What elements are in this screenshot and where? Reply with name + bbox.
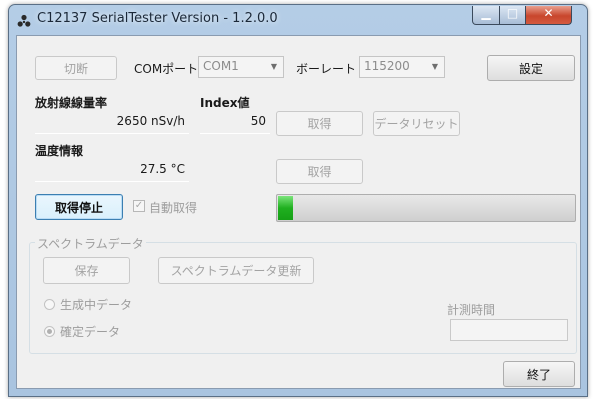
settings-button[interactable]: 設定	[487, 55, 575, 81]
com-port-select[interactable]: COM1 ▼	[198, 56, 284, 78]
stop-acquisition-button[interactable]: 取得停止	[35, 194, 123, 220]
chevron-down-icon: ▼	[431, 62, 438, 71]
confirmed-data-radio[interactable]	[44, 326, 55, 337]
auto-acquire-label: 自動取得	[149, 201, 198, 215]
spectrum-group-title: スペクトラムデータ	[35, 235, 146, 252]
com-port-value: COM1	[203, 59, 239, 73]
data-reset-button[interactable]: データリセット	[373, 111, 460, 136]
index-value: 50	[200, 112, 270, 134]
dose-rate-value: 2650 nSv/h	[35, 112, 189, 134]
minimize-icon: ▁	[481, 6, 491, 20]
confirmed-data-label: 確定データ	[60, 325, 121, 339]
auto-acquire-checkbox[interactable]: ✓	[133, 200, 145, 212]
maximize-icon: □	[506, 6, 519, 20]
disconnect-button[interactable]: 切断	[35, 56, 117, 80]
save-button[interactable]: 保存	[43, 257, 130, 284]
temperature-acquire-button[interactable]: 取得	[276, 159, 363, 184]
com-port-label: COMポート	[134, 62, 199, 76]
baud-rate-select[interactable]: 115200 ▼	[359, 56, 445, 78]
dose-acquire-button[interactable]: 取得	[276, 111, 363, 136]
temperature-value: 27.5 °C	[35, 160, 189, 182]
close-icon: ✕	[543, 6, 554, 20]
measure-time-label: 計測時間	[447, 303, 496, 317]
client-area: 切断 COMポート COM1 ▼ ボーレート 115200 ▼ 設定 放射線線量…	[16, 35, 581, 389]
app-window: C12137 SerialTester Version - 1.2.0.0 ▁ …	[8, 4, 588, 397]
measure-time-field[interactable]	[450, 319, 568, 341]
radio-selected-dot	[47, 329, 52, 334]
update-spectrum-button[interactable]: スペクトラムデータ更新	[158, 257, 314, 284]
acquisition-progress-bar	[276, 194, 576, 222]
progress-fill	[278, 196, 293, 220]
app-icon	[17, 14, 31, 27]
close-button[interactable]: ✕	[525, 6, 572, 25]
title-bar[interactable]: C12137 SerialTester Version - 1.2.0.0 ▁ …	[9, 5, 587, 34]
chevron-down-icon: ▼	[270, 62, 277, 71]
generating-data-radio[interactable]	[44, 299, 55, 310]
generating-data-label: 生成中データ	[60, 298, 133, 312]
minimize-button[interactable]: ▁	[472, 6, 500, 25]
window-title: C12137 SerialTester Version - 1.2.0.0	[37, 11, 278, 26]
baud-rate-value: 115200	[364, 59, 410, 73]
dose-rate-label: 放射線線量率	[35, 96, 108, 110]
maximize-button[interactable]: □	[499, 6, 526, 25]
index-label: Index値	[200, 96, 250, 110]
baud-rate-label: ボーレート	[296, 62, 357, 76]
exit-button[interactable]: 終了	[503, 361, 575, 387]
temperature-label: 温度情報	[35, 144, 84, 158]
